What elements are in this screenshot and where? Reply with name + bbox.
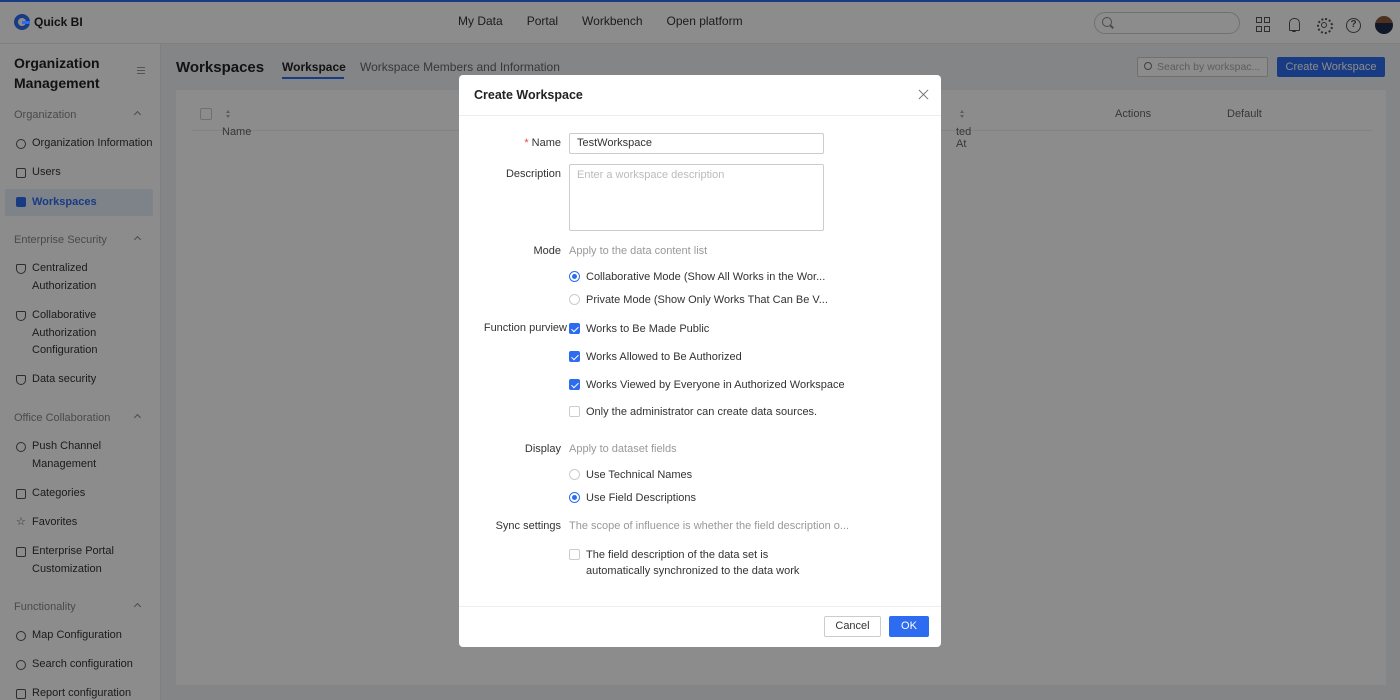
checkbox-unchecked xyxy=(569,406,580,417)
radio-unselected xyxy=(569,294,580,305)
checkbox-checked xyxy=(569,351,580,362)
purview-viewed-by-everyone-checkbox[interactable]: Works Viewed by Everyone in Authorized W… xyxy=(569,378,845,392)
radio-selected xyxy=(569,271,580,282)
name-label: * Name xyxy=(524,137,561,149)
display-technical-names-radio[interactable]: Use Technical Names xyxy=(569,468,692,482)
name-field[interactable]: TestWorkspace xyxy=(569,133,824,154)
ok-button[interactable]: OK xyxy=(889,616,929,637)
create-workspace-dialog: Create Workspace * Name TestWorkspace Des… xyxy=(459,75,941,647)
mode-label: Mode xyxy=(533,245,561,257)
purview-make-public-checkbox[interactable]: Works to Be Made Public xyxy=(569,322,709,336)
mode-collaborative-radio[interactable]: Collaborative Mode (Show All Works in th… xyxy=(569,270,825,284)
required-mark: * xyxy=(524,137,529,149)
mode-hint: Apply to the data content list xyxy=(569,245,708,257)
display-field-descriptions-radio[interactable]: Use Field Descriptions xyxy=(569,491,696,505)
display-hint: Apply to dataset fields xyxy=(569,443,677,455)
checkbox-checked xyxy=(569,379,580,390)
display-label: Display xyxy=(524,443,561,455)
sync-hint: The scope of influence is whether the fi… xyxy=(569,520,850,532)
radio-selected xyxy=(569,492,580,503)
dialog-title: Create Workspace xyxy=(474,88,583,102)
sync-field-description-checkbox[interactable]: The field description of the data set is… xyxy=(569,548,799,579)
cancel-button[interactable]: Cancel xyxy=(824,616,881,637)
checkbox-checked xyxy=(569,323,580,334)
description-label: Description xyxy=(505,168,561,180)
purview-allowed-authorized-checkbox[interactable]: Works Allowed to Be Authorized xyxy=(569,350,742,364)
radio-unselected xyxy=(569,469,580,480)
function-purview-label: Function purview xyxy=(483,322,567,334)
checkbox-unchecked xyxy=(569,549,580,560)
dialog-footer: Cancel OK xyxy=(459,606,941,647)
mode-private-radio[interactable]: Private Mode (Show Only Works That Can B… xyxy=(569,293,828,307)
sync-settings-label: Sync settings xyxy=(495,520,561,532)
close-icon[interactable] xyxy=(918,89,929,100)
dialog-header: Create Workspace xyxy=(459,75,941,116)
description-field[interactable] xyxy=(569,164,824,231)
purview-admin-data-sources-checkbox[interactable]: Only the administrator can create data s… xyxy=(569,405,817,419)
